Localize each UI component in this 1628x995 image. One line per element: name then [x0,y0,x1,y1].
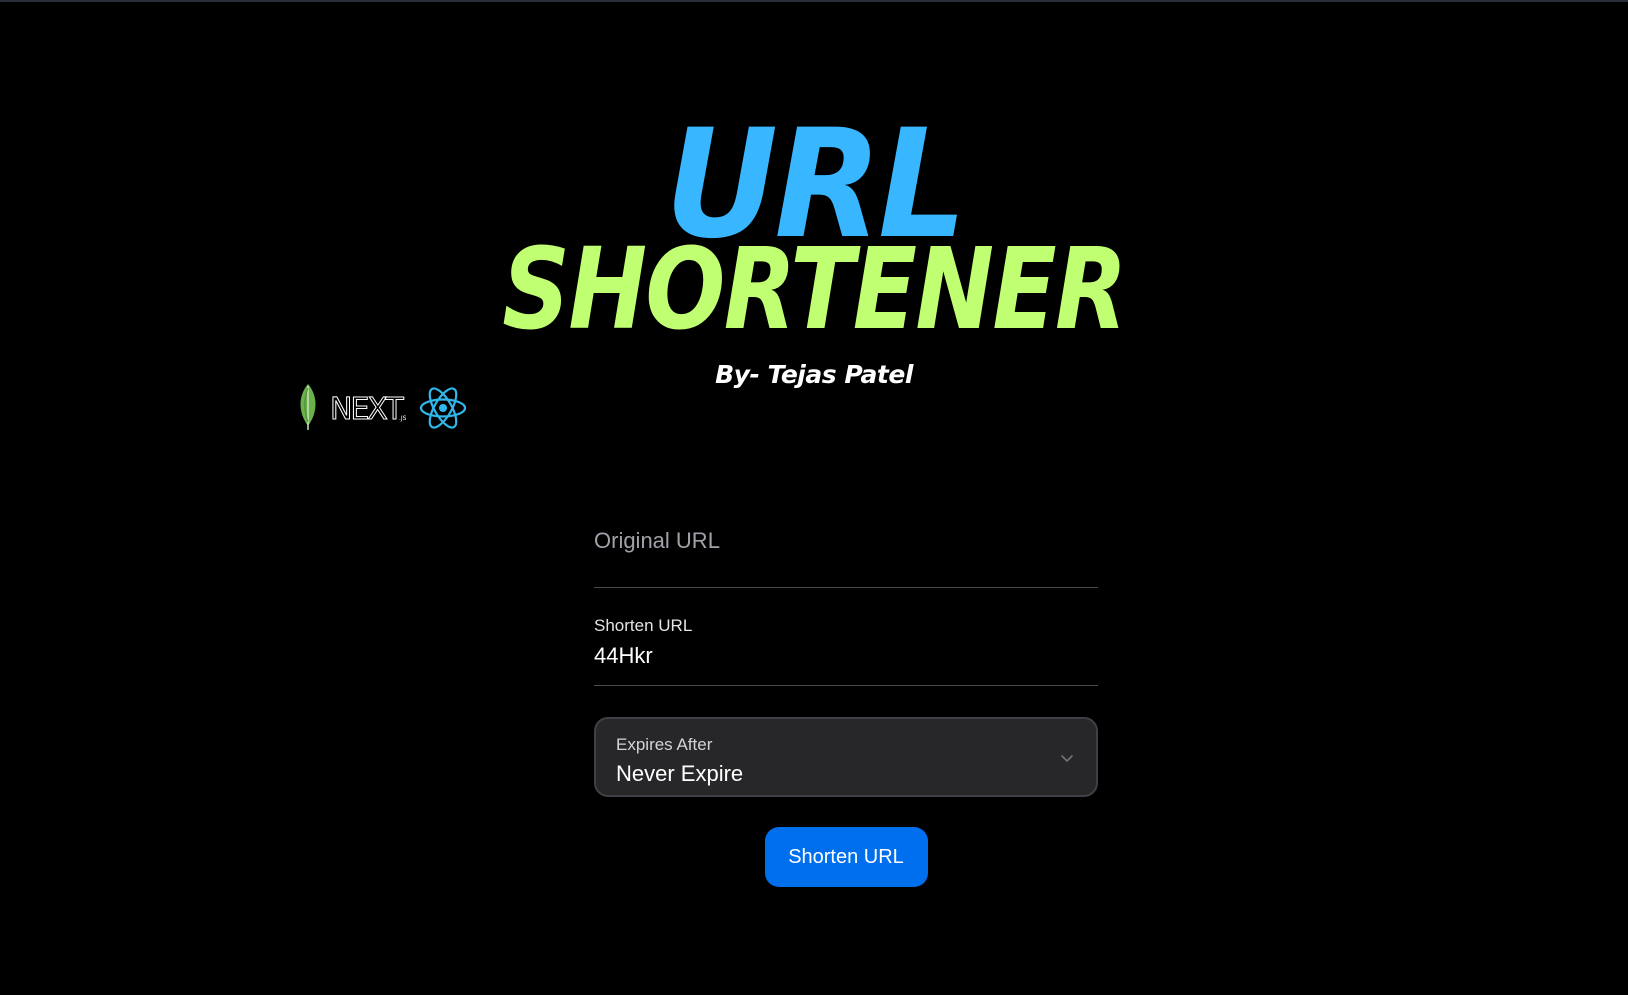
submit-area: Shorten URL [594,827,1098,887]
tech-logos: NEXT .JS [296,382,471,432]
nextjs-text: NEXT [330,392,404,427]
nextjs-logo: NEXT .JS [330,392,407,428]
author-byline: By- Tejas Patel [715,360,913,389]
shorten-url-input[interactable]: Shorten URL 44Hkr [594,608,1098,686]
mongodb-leaf-icon [300,384,316,430]
expires-after-select[interactable]: Expires After Never Expire [594,717,1098,797]
shorten-url-label: Shorten URL [594,616,693,635]
original-url-placeholder: Original URL [594,528,720,553]
nextjs-suffix: .JS [399,415,407,422]
app-page: URL SHORTENER By- Tejas Patel NEXT .JS O… [0,0,1628,995]
original-url-input[interactable]: Original URL [594,512,1098,588]
title-shortener: SHORTENER [502,225,1127,355]
chevron-down-icon [1061,755,1073,762]
tech-logos-svg: NEXT .JS [300,384,467,430]
react-icon [419,387,467,429]
expires-after-label: Expires After [616,735,713,754]
shorten-url-value: 44Hkr [594,643,653,668]
expires-after-value: Never Expire [616,761,744,786]
shorten-url-button[interactable]: Shorten URL [764,827,928,887]
shorten-form: Original URL Shorten URL 44Hkr Expires A… [594,512,1098,887]
